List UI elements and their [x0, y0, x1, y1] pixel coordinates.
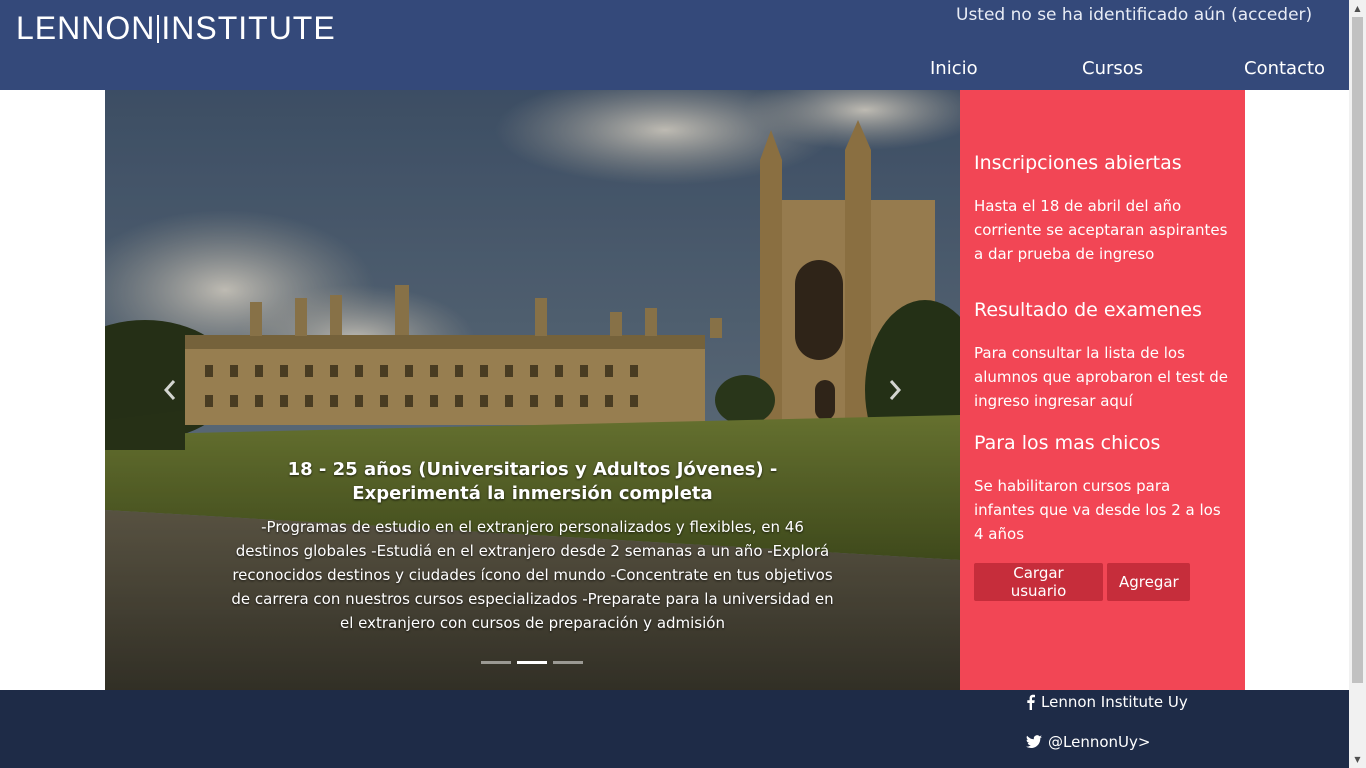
- carousel-caption: 18 - 25 años (Universitarios y Adultos J…: [230, 458, 835, 635]
- load-user-button[interactable]: Cargar usuario: [974, 563, 1103, 601]
- section-title-inscripciones: Inscripciones abiertas: [974, 152, 1182, 174]
- nav-inicio[interactable]: Inicio: [930, 58, 978, 79]
- nav-contacto[interactable]: Contacto: [1244, 58, 1325, 79]
- section-text-chicos: Se habilitaron cursos para infantes que …: [974, 477, 1221, 543]
- carousel-prev-button[interactable]: [155, 375, 185, 405]
- scroll-down-icon[interactable]: ▼: [1349, 751, 1366, 768]
- twitter-link[interactable]: @LennonUy>: [1026, 733, 1150, 751]
- carousel-indicator-3[interactable]: [553, 661, 583, 664]
- facebook-icon: [1027, 694, 1035, 710]
- login-status[interactable]: Usted no se ha identificado aún (acceder…: [956, 5, 1312, 25]
- twitter-icon: [1026, 735, 1042, 749]
- twitter-label: @LennonUy>: [1048, 733, 1151, 751]
- main-nav: Inicio Cursos Contacto: [0, 58, 1349, 84]
- news-sidebar: Inscripciones abiertas Hasta el 18 de ab…: [960, 90, 1245, 690]
- site-footer: Lennon Institute Uy @LennonUy>: [0, 690, 1349, 768]
- page-scrollbar[interactable]: ▲ ▼: [1349, 0, 1366, 768]
- brand-separator: [157, 14, 160, 43]
- chevron-right-icon: [889, 380, 902, 400]
- carousel-indicator-1[interactable]: [481, 661, 511, 664]
- carousel-next-button[interactable]: [880, 375, 910, 405]
- brand-right: INSTITUTE: [161, 10, 336, 46]
- facebook-label: Lennon Institute Uy: [1041, 693, 1188, 711]
- facebook-link[interactable]: Lennon Institute Uy: [1026, 693, 1188, 711]
- hero-carousel: 18 - 25 años (Universitarios y Adultos J…: [105, 90, 960, 690]
- section-title-resultados: Resultado de examenes: [974, 299, 1202, 321]
- nav-cursos[interactable]: Cursos: [1082, 58, 1143, 79]
- section-text-inscripciones: Hasta el 18 de abril del año corriente s…: [974, 197, 1228, 263]
- brand-left: LENNON: [16, 10, 156, 46]
- caption-text: -Programas de estudio en el extranjero p…: [231, 518, 834, 632]
- add-button[interactable]: Agregar: [1107, 563, 1190, 601]
- section-text-resultados[interactable]: Para consultar la lista de los alumnos q…: [974, 341, 1232, 413]
- brand-logo[interactable]: LENNON INSTITUTE: [16, 10, 336, 47]
- caption-title: 18 - 25 años (Universitarios y Adultos J…: [287, 459, 778, 504]
- site-header: LENNON INSTITUTE Usted no se ha identifi…: [0, 0, 1349, 90]
- section-title-chicos: Para los mas chicos: [974, 432, 1161, 454]
- chevron-left-icon: [163, 380, 176, 400]
- carousel-indicators: [481, 661, 583, 664]
- scroll-thumb[interactable]: [1352, 17, 1363, 683]
- scroll-up-icon[interactable]: ▲: [1349, 0, 1366, 17]
- carousel-indicator-2[interactable]: [517, 661, 547, 664]
